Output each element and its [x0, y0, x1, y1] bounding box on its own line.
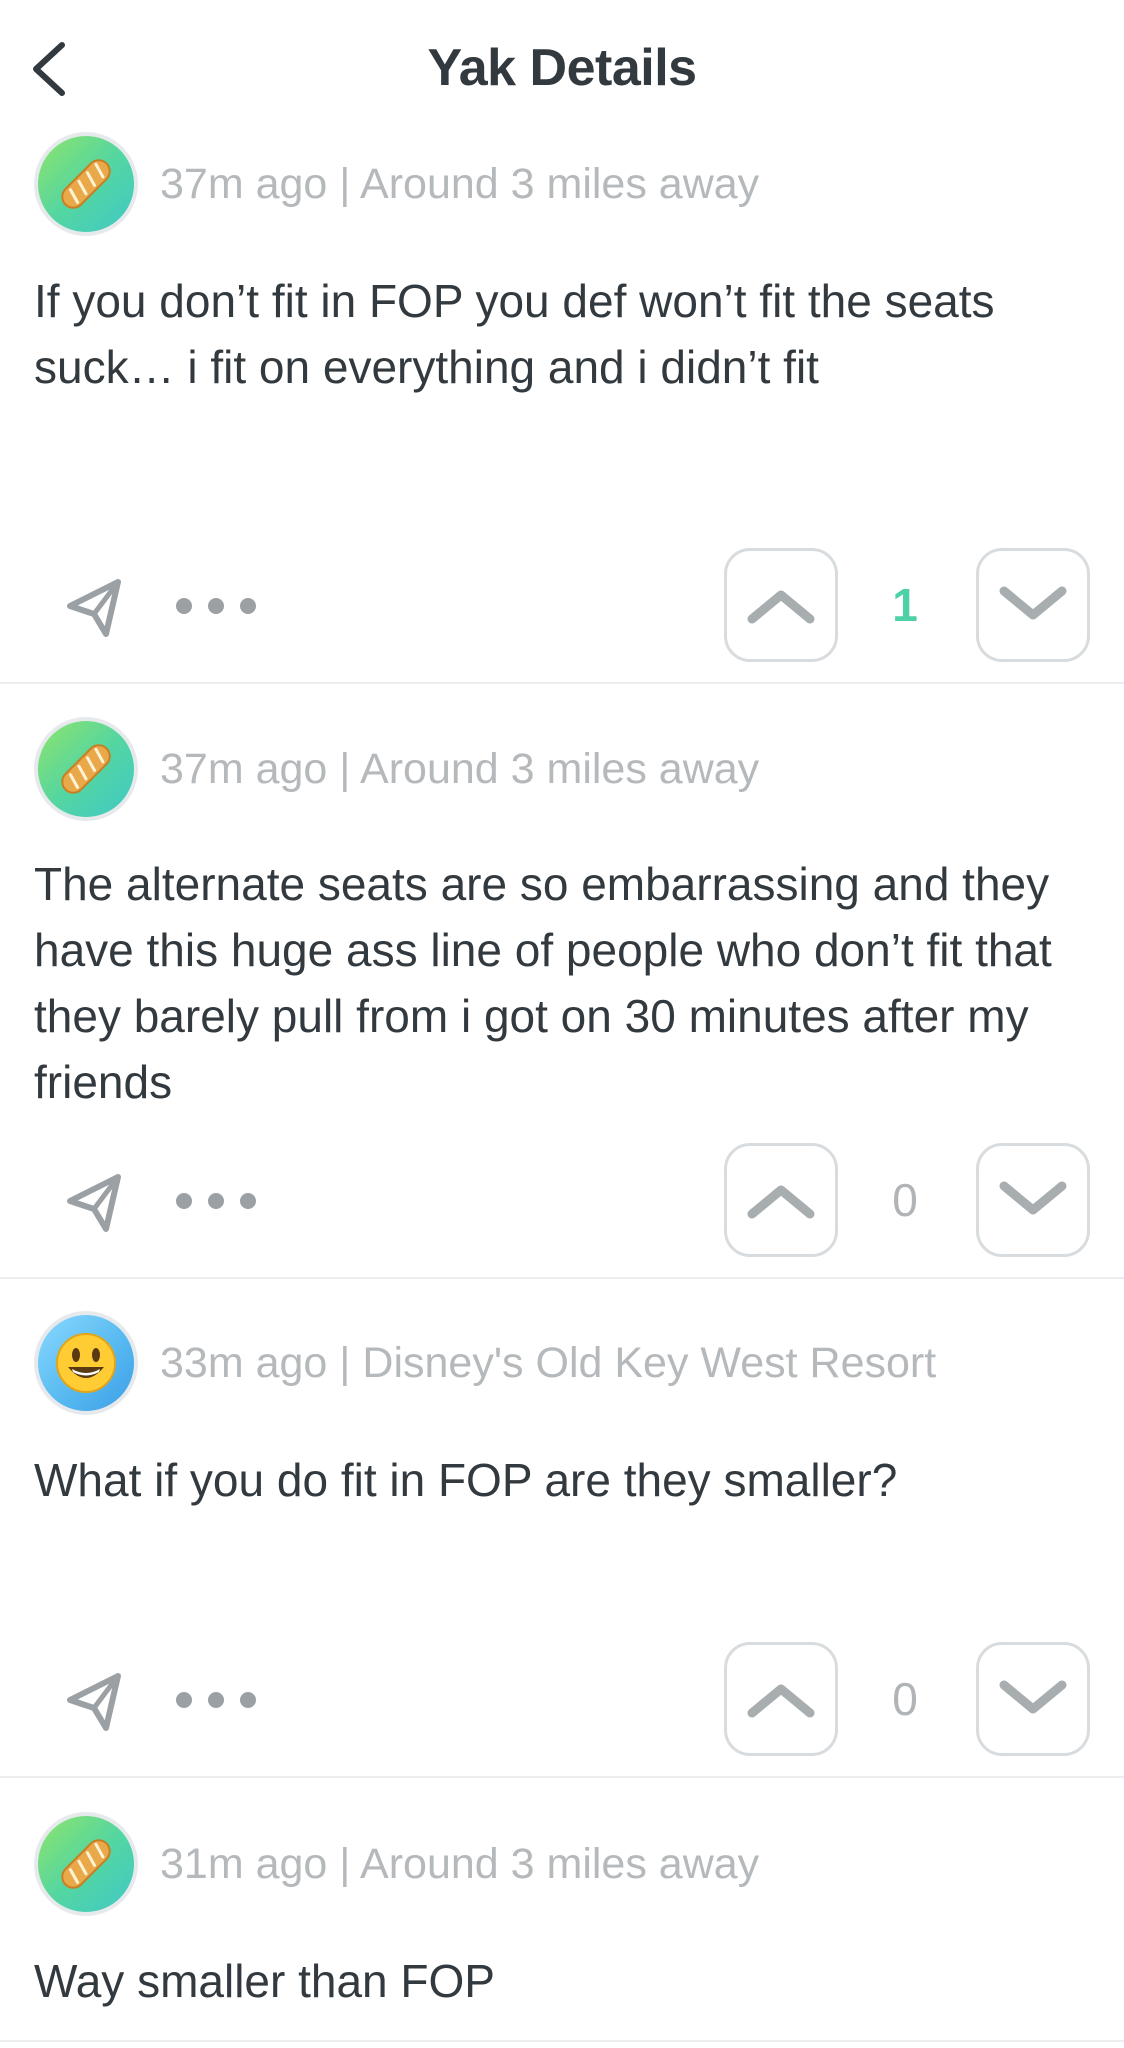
- vote-count: 0: [892, 1174, 918, 1226]
- post-card[interactable]: 37m ago | Around 3 miles away The altern…: [0, 717, 1124, 1277]
- dot: [208, 598, 224, 614]
- post-meta-row: 31m ago | Around 3 miles away: [34, 1812, 759, 1916]
- chevron-down-icon: [999, 586, 1067, 620]
- chevron-up-icon: [747, 1684, 815, 1718]
- page-title: Yak Details: [427, 39, 697, 97]
- chevron-up-icon: [747, 590, 815, 624]
- paper-plane-icon: [67, 1174, 121, 1232]
- chevron-down-icon: [999, 1680, 1067, 1714]
- post-card[interactable]: 37m ago | Around 3 miles away If you don…: [0, 132, 1124, 682]
- chevron-down-icon: [999, 1181, 1067, 1215]
- avatar: [34, 1311, 138, 1415]
- baguette-icon: [61, 744, 111, 794]
- avatar: [34, 717, 138, 821]
- divider: [0, 682, 1124, 684]
- more-options-button[interactable]: [176, 1181, 256, 1221]
- share-button[interactable]: [62, 576, 130, 640]
- paper-plane-icon: [67, 579, 121, 637]
- post-body: What if you do fit in FOP are they small…: [34, 1454, 898, 1506]
- dot: [240, 1193, 256, 1209]
- post-meta-row: 37m ago | Around 3 miles away: [34, 717, 759, 821]
- downvote-button[interactable]: [976, 548, 1090, 662]
- divider: [0, 1776, 1124, 1778]
- baguette-icon: [61, 159, 111, 209]
- post-actions: 1: [0, 548, 1124, 664]
- post-card[interactable]: 31m ago | Around 3 miles away Way smalle…: [0, 1812, 1124, 2048]
- more-options-button[interactable]: [176, 1680, 256, 1720]
- post-meta-row: 33m ago | Disney's Old Key West Resort: [34, 1311, 936, 1415]
- post-meta: 37m ago | Around 3 miles away: [160, 159, 760, 208]
- share-button[interactable]: [62, 1670, 130, 1734]
- post-meta-row: 37m ago | Around 3 miles away: [34, 132, 759, 236]
- post-meta: 37m ago | Around 3 miles away: [160, 744, 760, 793]
- post-body: The alternate seats are so embarrassing …: [34, 858, 1052, 1108]
- upvote-button[interactable]: [724, 1642, 838, 1756]
- paper-plane-icon: [67, 1673, 121, 1731]
- avatar: [34, 1812, 138, 1916]
- chevron-up-icon: [747, 1185, 815, 1219]
- vote-count: 1: [892, 579, 918, 631]
- smiley-icon: [56, 1333, 116, 1393]
- dot: [240, 1692, 256, 1708]
- more-dots-icon: [176, 1692, 192, 1708]
- post-actions: 0: [0, 1642, 1124, 1758]
- baguette-icon: [61, 1839, 111, 1889]
- more-dots-icon: [176, 598, 192, 614]
- more-dots-icon: [176, 1193, 192, 1209]
- post-actions: 0: [0, 1143, 1124, 1259]
- avatar: [34, 132, 138, 236]
- post-meta: 31m ago | Around 3 miles away: [160, 1839, 760, 1888]
- more-options-button[interactable]: [176, 586, 256, 626]
- post-body: If you don’t fit in FOP you def won’t fi…: [34, 275, 995, 393]
- post-body: Way smaller than FOP: [34, 1955, 495, 2007]
- vote-count: 0: [892, 1673, 918, 1725]
- downvote-button[interactable]: [976, 1143, 1090, 1257]
- upvote-button[interactable]: [724, 548, 838, 662]
- header-bar: Yak Details: [0, 0, 1124, 130]
- share-button[interactable]: [62, 1171, 130, 1235]
- divider: [0, 2040, 1124, 2042]
- downvote-button[interactable]: [976, 1642, 1090, 1756]
- dot: [208, 1692, 224, 1708]
- dot: [208, 1193, 224, 1209]
- divider: [0, 1277, 1124, 1279]
- post-meta: 33m ago | Disney's Old Key West Resort: [160, 1338, 937, 1387]
- dot: [240, 598, 256, 614]
- upvote-button[interactable]: [724, 1143, 838, 1257]
- post-card[interactable]: 33m ago | Disney's Old Key West Resort W…: [0, 1311, 1124, 1776]
